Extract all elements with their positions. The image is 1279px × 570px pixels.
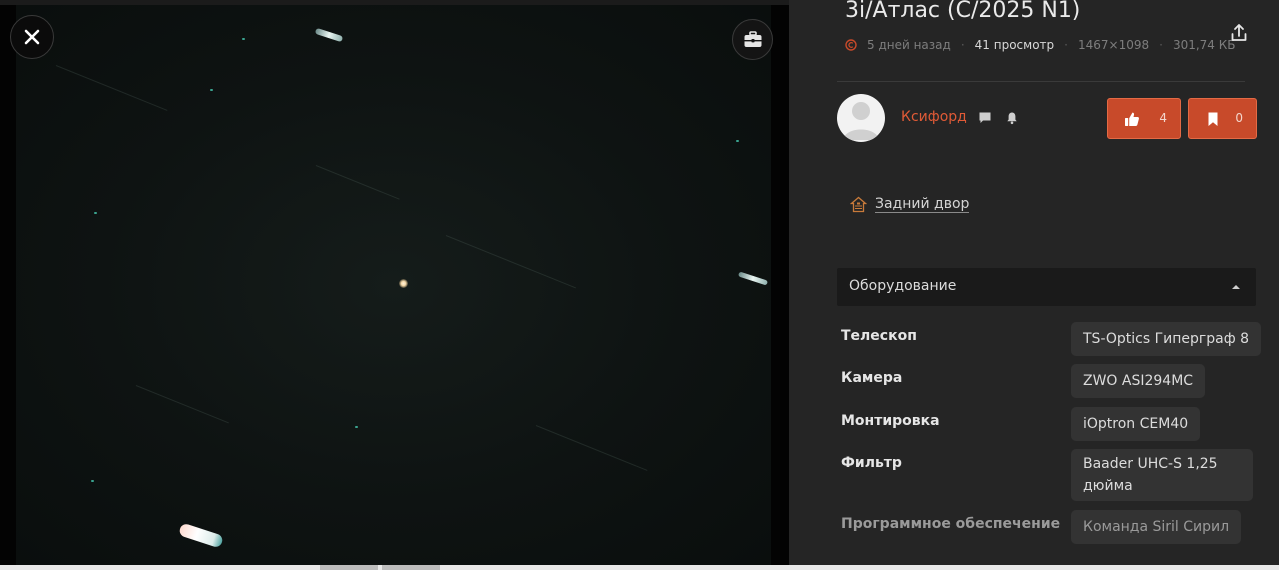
meta-separator: · [1064,38,1068,52]
star-dot [242,38,245,40]
equipment-chip-filter[interactable]: Baader UHC-S 1,25 дюйма [1071,449,1253,501]
like-button[interactable]: 4 [1107,98,1181,139]
sky-streak [135,385,229,424]
taskbar-segment [382,565,440,570]
image-meta: 5 дней назад · 41 просмотр · 1467×1098 ·… [845,37,1236,53]
page-title: 3i/Атлас (C/2025 N1) [845,0,1081,23]
file-size: 301,74 КБ [1172,38,1236,52]
like-count: 4 [1159,111,1167,125]
star-dot [94,212,97,214]
avatar[interactable] [837,94,885,142]
follow-button[interactable] [1005,110,1019,125]
copyright-icon[interactable] [845,39,857,51]
posted-ago: 5 дней назад [867,38,951,52]
sky-streak [315,165,400,200]
bell-icon [1007,112,1017,125]
equipment-label-filter: Фильтр [841,455,902,471]
share-icon [1231,24,1247,41]
user-avatar-icon [843,102,879,140]
astro-photo[interactable] [16,5,771,565]
meta-separator: · [960,38,965,52]
taskbar-segment [320,565,378,570]
message-button[interactable] [978,110,992,124]
image-viewer [0,5,789,565]
star-dot [91,480,94,482]
star-trail [178,522,224,549]
house-icon [850,196,867,212]
equipment-chip-mount[interactable]: iOptron CEM40 [1071,407,1201,441]
bookmark-button[interactable]: 0 [1188,98,1257,139]
thumbs-up-icon [1125,112,1139,126]
comet-nucleus [399,279,408,288]
toolbox-icon [744,30,761,47]
meta-separator: · [1159,38,1163,52]
star-dot [736,140,739,142]
equipment-chip-software[interactable]: Команда Siril Сирил [1071,510,1242,544]
divider [837,81,1245,82]
tools-button[interactable] [732,19,773,60]
equipment-label-camera: Камера [841,370,903,386]
sky-streak [535,425,648,471]
bookmark-count: 0 [1235,111,1243,125]
location-link[interactable]: Задний двор [850,194,970,214]
sky-streak [55,65,168,111]
equipment-toggle[interactable]: Оборудование [837,268,1256,306]
equipment-chip-telescope[interactable]: TS-Optics Гиперграф 8 [1071,322,1262,356]
chevron-up-icon [1232,285,1240,289]
sky-streak [445,235,576,289]
equipment-header: Оборудование [849,278,957,294]
star-dot [355,426,358,428]
message-icon [979,112,991,123]
star-trail [314,27,344,43]
details-panel: 3i/Атлас (C/2025 N1) 5 дней назад · 41 п… [789,0,1279,565]
image-dimensions: 1467×1098 [1077,38,1150,52]
share-button[interactable] [1229,23,1249,43]
equipment-chip-camera[interactable]: ZWO ASI294MC [1071,364,1206,398]
close-icon [24,29,40,45]
view-count[interactable]: 41 просмотр [975,38,1055,52]
star-dot [210,89,213,91]
equipment-label-mount: Монтировка [841,413,940,429]
close-button[interactable] [10,15,54,59]
bottom-strip [0,565,1279,570]
equipment-label-software: Программное обеспечение [841,516,1061,532]
star-trail [737,271,769,286]
equipment-label-telescope: Телескоп [841,328,917,344]
bookmark-icon [1208,112,1218,126]
author-name[interactable]: Ксифорд [901,109,967,125]
location-name[interactable]: Задний двор [875,196,970,213]
